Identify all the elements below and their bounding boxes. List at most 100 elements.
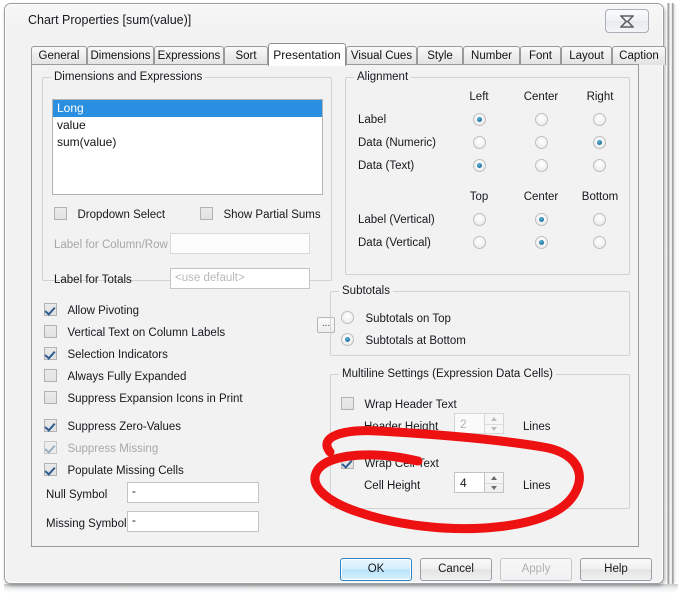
radio-label-right[interactable] (593, 113, 606, 126)
radio-data-text-left[interactable] (473, 159, 486, 172)
radio-data-vertical-top[interactable] (473, 236, 486, 249)
option-label: Suppress Zero-Values (67, 421, 182, 433)
spin-up-button[interactable] (485, 414, 503, 424)
tab-expressions[interactable]: Expressions (154, 46, 224, 65)
option-label: Selection Indicators (67, 349, 168, 361)
list-item[interactable]: value (53, 117, 322, 134)
show-partial-sums-checkbox[interactable]: Show Partial Sums (200, 205, 321, 223)
header-height-units: Lines (523, 421, 551, 433)
missing-symbol-input[interactable]: - (127, 511, 259, 532)
radio-label-center[interactable] (535, 113, 548, 126)
dimensions-listbox[interactable]: Long value sum(value) (52, 99, 323, 195)
wrap-header-text-checkbox[interactable]: Wrap Header Text (341, 395, 457, 413)
subtotals-at-bottom-radio[interactable]: Subtotals at Bottom (341, 331, 466, 349)
cell-height-label: Cell Height (364, 480, 421, 492)
radio-data-vertical-center[interactable] (535, 236, 548, 249)
group-title-subtotals: Subtotals (339, 285, 393, 297)
tab-font[interactable]: Font (520, 46, 561, 65)
column-header-top: Top (469, 191, 489, 203)
radio-label-vertical-bottom[interactable] (593, 213, 606, 226)
radio-label-vertical-top[interactable] (473, 213, 486, 226)
radio-data-numeric-left[interactable] (473, 136, 486, 149)
tab-presentation[interactable]: Presentation (268, 43, 346, 66)
option-label: Vertical Text on Column Labels (67, 327, 226, 339)
option-label: Suppress Expansion Icons in Print (67, 393, 243, 405)
header-height-label: Header Height (364, 421, 439, 433)
subtotals-group: Subtotals Subtotals on Top Subtotals at … (330, 285, 630, 356)
radio-label-vertical-center[interactable] (535, 213, 548, 226)
checkbox-box (341, 456, 354, 470)
radio-data-numeric-right[interactable] (593, 136, 606, 149)
apply-button[interactable]: Apply (500, 558, 572, 581)
chevron-up-icon (491, 475, 497, 480)
list-item[interactable]: Long (53, 100, 322, 117)
option-label: Suppress Missing (67, 443, 159, 455)
spin-down-button[interactable] (485, 423, 503, 435)
tab-style[interactable]: Style (417, 46, 463, 65)
checkbox-box (44, 463, 57, 477)
populate-missing-cells-checkbox[interactable]: Populate Missing Cells (44, 461, 184, 479)
column-header-center: Center (523, 91, 559, 103)
chevron-down-icon (491, 486, 497, 491)
checkbox-box (54, 207, 67, 221)
checkbox-box (44, 419, 57, 433)
align-row-label-data-numeric: Data (Numeric) (358, 137, 436, 149)
option-label: Always Fully Expanded (67, 371, 187, 383)
radio-circle (341, 311, 354, 325)
align-row-label-data-text: Data (Text) (358, 160, 415, 172)
always-fully-expanded-checkbox[interactable]: Always Fully Expanded (44, 367, 186, 385)
column-header-bottom: Bottom (581, 191, 619, 203)
selection-indicators-checkbox[interactable]: Selection Indicators (44, 345, 168, 363)
list-item[interactable]: sum(value) (53, 134, 322, 151)
window-title: Chart Properties [sum(value)] (28, 13, 192, 27)
cell-height-units: Lines (523, 480, 551, 492)
tab-dimensions[interactable]: Dimensions (87, 46, 154, 65)
suppress-missing-checkbox: Suppress Missing (44, 439, 158, 457)
subtotals-on-top-radio[interactable]: Subtotals on Top (341, 309, 451, 327)
help-button[interactable]: Help (580, 558, 652, 581)
tab-layout[interactable]: Layout (561, 46, 612, 65)
allow-pivoting-checkbox[interactable]: Allow Pivoting (44, 301, 139, 319)
suppress-zero-values-checkbox[interactable]: Suppress Zero-Values (44, 417, 181, 435)
null-symbol-label: Null Symbol (46, 489, 108, 501)
spin-down-button[interactable] (485, 482, 503, 494)
radio-data-numeric-center[interactable] (535, 136, 548, 149)
wrap-header-text-label: Wrap Header Text (364, 399, 457, 411)
label-for-totals-input[interactable]: <use default> (170, 268, 310, 289)
tab-general[interactable]: General (31, 46, 87, 65)
cell-height-spin-buttons[interactable] (484, 472, 504, 493)
close-button[interactable] (605, 9, 649, 33)
window-frame-right-edge (665, 3, 678, 584)
dimensions-and-expressions-group: Dimensions and Expressions Long value su… (42, 71, 332, 289)
dropdown-select-checkbox[interactable]: Dropdown Select (54, 205, 165, 223)
header-height-spin-buttons[interactable] (484, 413, 504, 434)
radio-label-left[interactable] (473, 113, 486, 126)
radio-data-text-center[interactable] (535, 159, 548, 172)
vertical-text-on-column-labels-checkbox[interactable]: Vertical Text on Column Labels (44, 323, 225, 341)
chevron-up-icon (491, 416, 497, 421)
tab-strip: General Dimensions Expressions Sort Pres… (31, 43, 666, 66)
radio-data-vertical-bottom[interactable] (593, 236, 606, 249)
wrap-cell-text-label: Wrap Cell Text (364, 458, 439, 470)
align-row-label-data-vertical: Data (Vertical) (358, 237, 431, 249)
suppress-expansion-icons-in-print-checkbox[interactable]: Suppress Expansion Icons in Print (44, 389, 243, 407)
column-header-center-v: Center (523, 191, 559, 203)
checkbox-box (44, 325, 57, 339)
wrap-cell-text-checkbox[interactable]: Wrap Cell Text (341, 454, 439, 472)
spin-up-button[interactable] (485, 473, 503, 483)
multiline-settings-group: Multiline Settings (Expression Data Cell… (330, 368, 630, 509)
tab-number[interactable]: Number (463, 46, 520, 65)
cancel-button[interactable]: Cancel (420, 558, 492, 581)
checkbox-box (44, 369, 57, 383)
cell-height-value[interactable]: 4 (454, 472, 484, 493)
ok-button[interactable]: OK (340, 558, 412, 581)
checkbox-box (44, 347, 57, 361)
tab-visual-cues[interactable]: Visual Cues (346, 46, 417, 65)
header-height-value[interactable]: 2 (454, 413, 484, 434)
radio-circle (341, 333, 354, 347)
null-symbol-input[interactable]: - (127, 482, 259, 503)
label-for-column-row-input[interactable] (170, 233, 310, 254)
radio-data-text-right[interactable] (593, 159, 606, 172)
tab-caption[interactable]: Caption (612, 46, 666, 65)
tab-sort[interactable]: Sort (224, 46, 268, 65)
